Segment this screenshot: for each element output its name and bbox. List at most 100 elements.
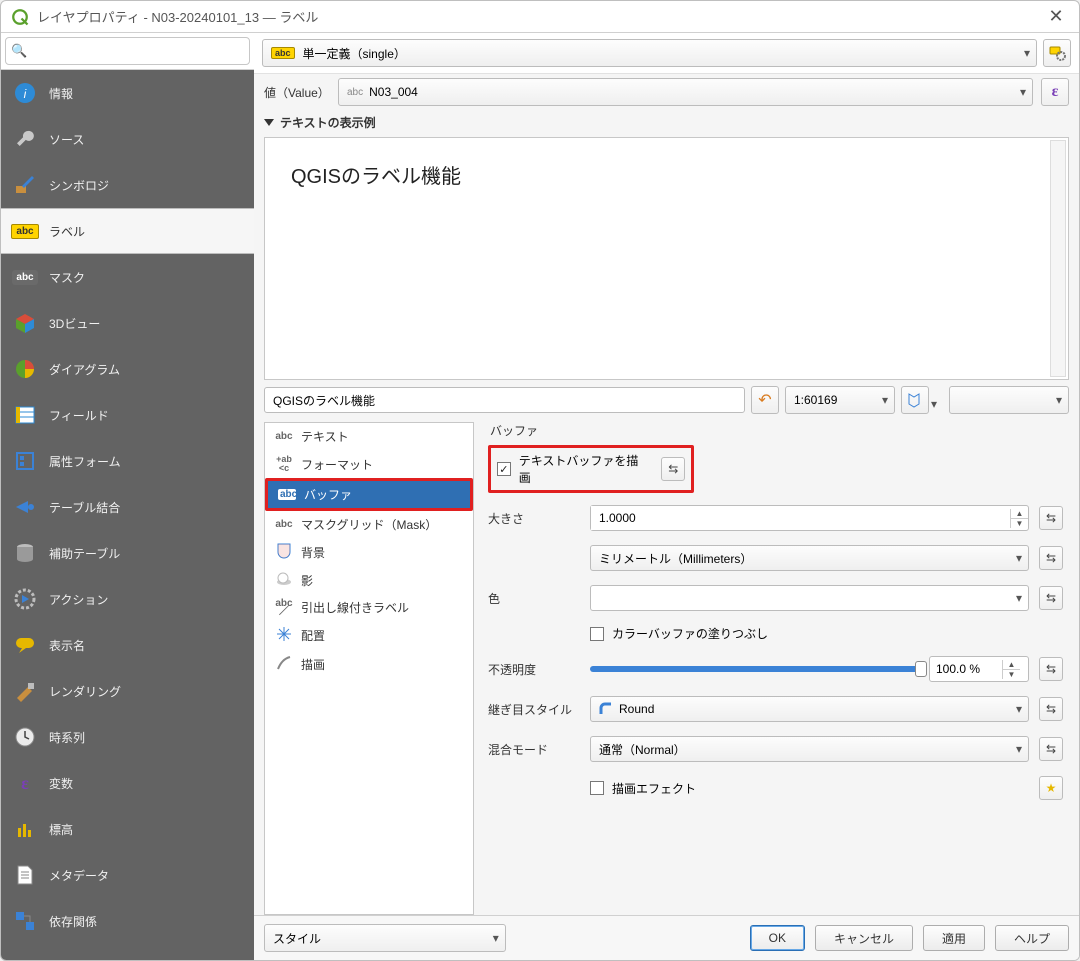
chevron-down-icon: ▾ bbox=[1016, 702, 1022, 716]
color-override-button[interactable]: ⇆ bbox=[1039, 586, 1063, 610]
sidebar-item-labels[interactable]: abc ラベル bbox=[1, 208, 254, 254]
sidebar-search-input[interactable] bbox=[5, 37, 250, 65]
effects-checkbox[interactable] bbox=[590, 781, 604, 795]
sidebar-item-diagrams[interactable]: ダイアグラム bbox=[1, 346, 254, 392]
wrench-icon bbox=[13, 127, 37, 151]
opacity-spinbox[interactable]: ▲▼ bbox=[929, 656, 1029, 682]
style-menu-button[interactable]: スタイル ▾ bbox=[264, 924, 506, 952]
callout-icon: abc／ bbox=[275, 600, 293, 616]
cancel-button[interactable]: キャンセル bbox=[815, 925, 913, 951]
gear-play-icon bbox=[13, 587, 37, 611]
tree-item-text[interactable]: abcテキスト bbox=[265, 423, 473, 450]
elevation-icon bbox=[13, 817, 37, 841]
sidebar-item-joins[interactable]: テーブル結合 bbox=[1, 484, 254, 530]
slider-thumb[interactable] bbox=[915, 661, 927, 677]
opacity-override-button[interactable]: ⇆ bbox=[1039, 657, 1063, 681]
color-picker[interactable]: ▾ bbox=[590, 585, 1029, 611]
sidebar-item-label: 変数 bbox=[49, 775, 73, 792]
sidebar-item-auxiliary-storage[interactable]: 補助テーブル bbox=[1, 530, 254, 576]
size-unit-combo[interactable]: ミリメートル（Millimeters） ▾ bbox=[590, 545, 1029, 571]
sidebar-item-label: 依存関係 bbox=[49, 913, 97, 930]
sidebar-item-display[interactable]: 表示名 bbox=[1, 622, 254, 668]
blend-mode-combo[interactable]: 通常（Normal） ▾ bbox=[590, 736, 1029, 762]
sidebar-item-label: 3Dビュー bbox=[49, 315, 100, 332]
preview-text-input[interactable] bbox=[264, 387, 745, 413]
tree-item-shadow[interactable]: 影 bbox=[265, 567, 473, 594]
map-preview-button[interactable] bbox=[901, 386, 929, 414]
help-button[interactable]: ヘルプ bbox=[995, 925, 1069, 951]
sidebar-nav: i 情報 ソース シンボロジ abc ラベル abc マスク bbox=[1, 70, 254, 960]
spin-buttons[interactable]: ▲▼ bbox=[1010, 509, 1028, 528]
sidebar-item-elevation[interactable]: 標高 bbox=[1, 806, 254, 852]
preview-disclosure[interactable]: テキストの表示例 bbox=[254, 110, 1079, 131]
clock-icon bbox=[13, 725, 37, 749]
sidebar-item-information[interactable]: i 情報 bbox=[1, 70, 254, 116]
size-input[interactable] bbox=[591, 506, 1010, 530]
label-mode-combo[interactable]: abc 単一定義（single） ▾ bbox=[262, 39, 1037, 67]
draw-buffer-row: テキストバッファを描画 ⇆ bbox=[488, 445, 694, 493]
sidebar-item-variables[interactable]: ε 変数 bbox=[1, 760, 254, 806]
sidebar-item-rendering[interactable]: レンダリング bbox=[1, 668, 254, 714]
sidebar-item-attributes-form[interactable]: 属性フォーム bbox=[1, 438, 254, 484]
sidebar-item-label: シンボロジ bbox=[49, 177, 109, 194]
sidebar-item-label: 情報 bbox=[49, 85, 73, 102]
sidebar-item-3dview[interactable]: 3Dビュー bbox=[1, 300, 254, 346]
tree-item-rendering[interactable]: 描画 bbox=[265, 650, 473, 679]
shadow-icon bbox=[275, 572, 293, 589]
opacity-slider[interactable] bbox=[590, 666, 921, 672]
join-style-combo[interactable]: Round ▾ bbox=[590, 696, 1029, 722]
sidebar-item-symbology[interactable]: シンボロジ bbox=[1, 162, 254, 208]
spin-buttons[interactable]: ▲▼ bbox=[1002, 660, 1020, 679]
sidebar-item-temporal[interactable]: 時系列 bbox=[1, 714, 254, 760]
chevron-down-icon: ▾ bbox=[1016, 551, 1022, 565]
draw-buffer-checkbox[interactable] bbox=[497, 462, 511, 476]
sidebar-item-label: ラベル bbox=[49, 223, 85, 240]
label-engine-settings-button[interactable] bbox=[1043, 39, 1071, 67]
sidebar-item-metadata[interactable]: メタデータ bbox=[1, 852, 254, 898]
draw-buffer-override-button[interactable]: ⇆ bbox=[661, 457, 685, 481]
sidebar-item-label: ダイアグラム bbox=[49, 361, 120, 378]
ok-button[interactable]: OK bbox=[750, 925, 805, 951]
preview-background-combo[interactable]: ▾ bbox=[949, 386, 1069, 414]
preview-area: QGISのラベル機能 bbox=[264, 137, 1069, 380]
tree-item-mask[interactable]: abcマスクグリッド（Mask） bbox=[265, 511, 473, 538]
expression-button[interactable]: ε bbox=[1041, 78, 1069, 106]
preview-scrollbar[interactable] bbox=[1050, 140, 1066, 377]
sidebar-item-fields[interactable]: フィールド bbox=[1, 392, 254, 438]
dependencies-icon bbox=[13, 909, 37, 933]
fill-buffer-checkbox[interactable] bbox=[590, 627, 604, 641]
tree-item-buffer[interactable]: abcバッファ bbox=[268, 481, 470, 508]
sidebar-item-masks[interactable]: abc マスク bbox=[1, 254, 254, 300]
apply-button[interactable]: 適用 bbox=[923, 925, 985, 951]
preview-scale-combo[interactable]: 1:60169 ▾ bbox=[785, 386, 895, 414]
cube-icon bbox=[13, 311, 37, 335]
effects-customize-button[interactable]: ★ bbox=[1039, 776, 1063, 800]
tree-item-callouts[interactable]: abc／引出し線付きラベル bbox=[265, 594, 473, 621]
size-unit-override-button[interactable]: ⇆ bbox=[1039, 546, 1063, 570]
sidebar: 🔍 i 情報 ソース シンボロジ abc ラベル bbox=[1, 33, 254, 960]
format-category-list: abcテキスト +ab<cフォーマット abcバッファ abcマスクグリッド（M… bbox=[264, 422, 474, 915]
sidebar-item-actions[interactable]: アクション bbox=[1, 576, 254, 622]
join-style-override-button[interactable]: ⇆ bbox=[1039, 697, 1063, 721]
blend-mode-label: 混合モード bbox=[488, 741, 580, 758]
abc-badge-icon: abc bbox=[271, 47, 295, 59]
svg-text:i: i bbox=[24, 87, 27, 101]
tree-item-background[interactable]: 背景 bbox=[265, 538, 473, 567]
field-type-icon: abc bbox=[347, 87, 363, 98]
tooltip-icon bbox=[13, 633, 37, 657]
blend-mode-override-button[interactable]: ⇆ bbox=[1039, 737, 1063, 761]
value-field-combo[interactable]: abc N03_004 ▾ bbox=[338, 78, 1033, 106]
pie-icon bbox=[13, 357, 37, 381]
shield-icon bbox=[275, 543, 293, 562]
sidebar-item-source[interactable]: ソース bbox=[1, 116, 254, 162]
close-button[interactable]: ✕ bbox=[1043, 4, 1069, 30]
size-override-button[interactable]: ⇆ bbox=[1039, 506, 1063, 530]
tree-item-placement[interactable]: 配置 bbox=[265, 621, 473, 650]
tree-item-formatting[interactable]: +ab<cフォーマット bbox=[265, 450, 473, 478]
opacity-input[interactable] bbox=[930, 662, 1002, 676]
sidebar-item-label: アクション bbox=[49, 591, 108, 608]
size-spinbox[interactable]: ▲▼ bbox=[590, 505, 1029, 531]
undo-button[interactable]: ↶ bbox=[751, 386, 779, 414]
chevron-down-icon: ▾ bbox=[493, 931, 499, 945]
sidebar-item-dependencies[interactable]: 依存関係 bbox=[1, 898, 254, 944]
